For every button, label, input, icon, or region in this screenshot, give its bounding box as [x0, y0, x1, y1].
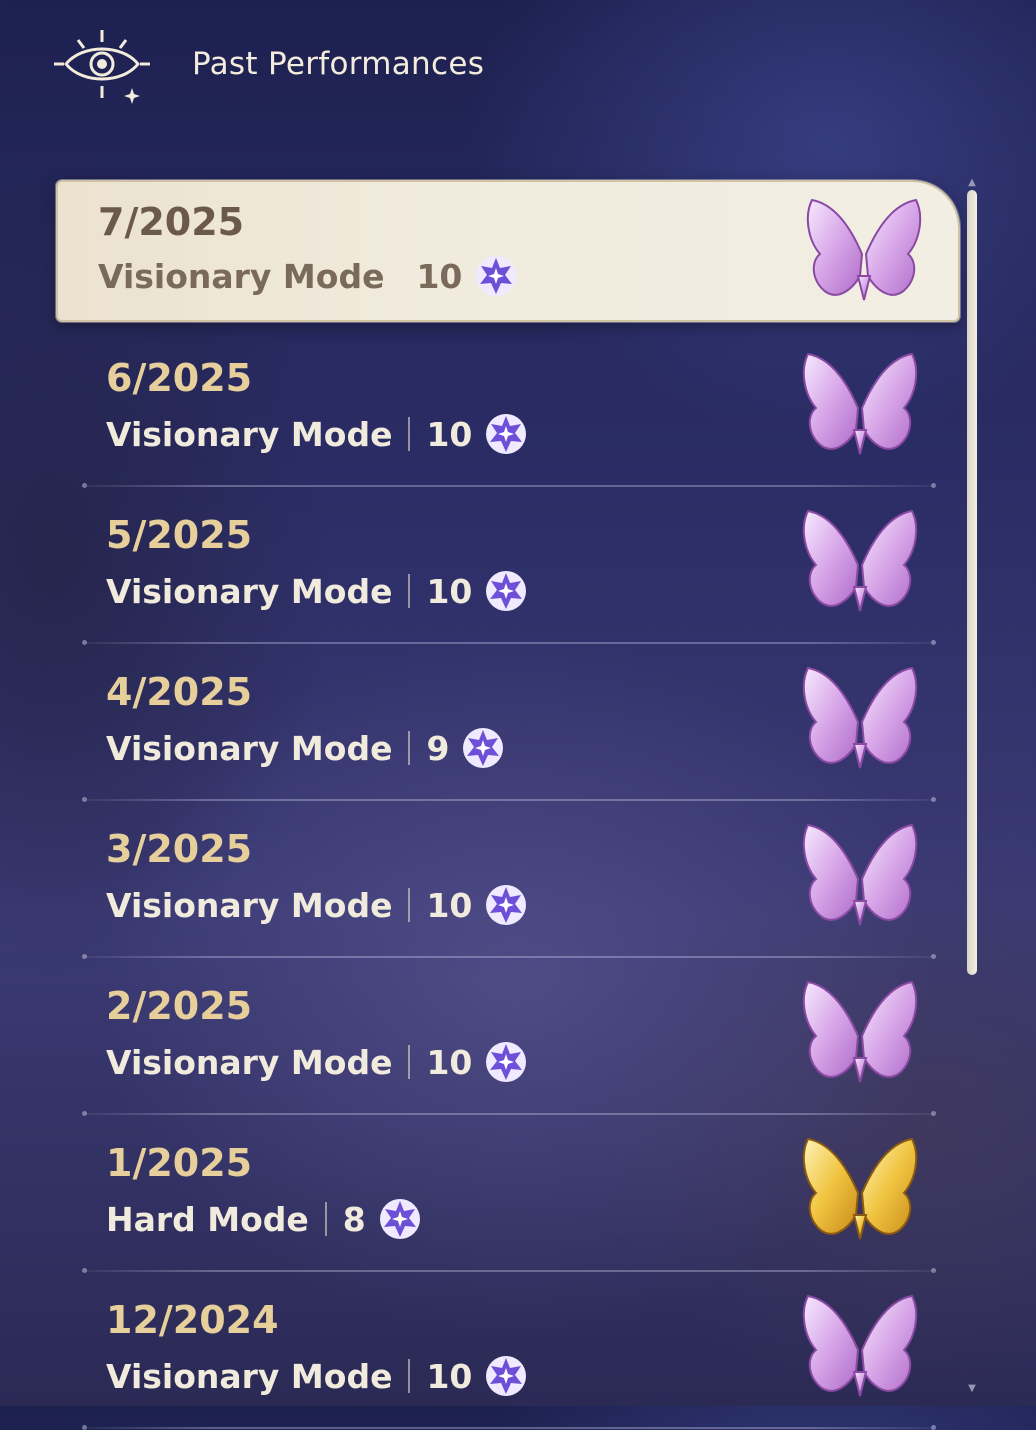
separator: [408, 1359, 411, 1393]
separator: [408, 888, 411, 922]
mode-info: Visionary Mode 10: [106, 1354, 528, 1398]
performance-row[interactable]: 7/2025 Visionary Mode 10: [56, 180, 960, 322]
star-count: 10: [426, 414, 473, 454]
star-count: 8: [342, 1199, 366, 1239]
mode-info: Hard Mode 8: [106, 1197, 422, 1241]
butterfly-emblem-icon: [800, 1135, 920, 1245]
performance-row[interactable]: 2/2025 Visionary Mode 10: [56, 958, 960, 1116]
performance-row[interactable]: 6/2025 Visionary Mode 10: [56, 330, 960, 488]
period-date: 2/2025: [106, 984, 253, 1028]
butterfly-emblem-icon: [804, 196, 924, 306]
separator: [324, 1202, 327, 1236]
star-icon: [484, 1354, 528, 1398]
mode-label: Visionary Mode: [106, 571, 393, 611]
star-count: 10: [426, 571, 473, 611]
period-date: 12/2024: [106, 1298, 279, 1342]
separator: [408, 731, 411, 765]
period-date: 1/2025: [106, 1141, 253, 1185]
scroll-down-icon[interactable]: ▼: [966, 1384, 978, 1394]
butterfly-emblem-icon: [800, 1292, 920, 1402]
mode-label: Visionary Mode: [98, 256, 385, 296]
scrollbar-thumb[interactable]: [967, 190, 977, 975]
performance-row[interactable]: 5/2025 Visionary Mode 10: [56, 487, 960, 645]
butterfly-emblem-icon: [800, 507, 920, 617]
mode-info: Visionary Mode 10: [106, 1040, 528, 1084]
separator: [408, 1045, 411, 1079]
separator: [408, 417, 411, 451]
mode-info: Visionary Mode 10: [106, 883, 528, 927]
separator: [394, 259, 406, 293]
scroll-up-icon[interactable]: ▲: [966, 178, 978, 188]
mode-label: Visionary Mode: [106, 1042, 393, 1082]
star-icon: [484, 569, 528, 613]
star-count: 10: [426, 1356, 473, 1396]
star-icon: [474, 254, 518, 298]
performance-row[interactable]: 12/2024 Visionary Mode 10: [56, 1272, 960, 1430]
period-date: 5/2025: [106, 513, 253, 557]
star-count: 10: [416, 256, 463, 296]
scrollbar[interactable]: ▲ ▼: [966, 178, 978, 1394]
period-date: 4/2025: [106, 670, 253, 714]
performance-list[interactable]: 7/2025 Visionary Mode 10 6/2025 Visionary Mo…: [56, 180, 960, 1430]
star-icon: [378, 1197, 422, 1241]
star-icon: [484, 1040, 528, 1084]
period-date: 3/2025: [106, 827, 253, 871]
performance-row[interactable]: 3/2025 Visionary Mode 10: [56, 801, 960, 959]
performance-row[interactable]: 4/2025 Visionary Mode 9: [56, 644, 960, 802]
star-icon: [484, 412, 528, 456]
row-divider: [82, 1425, 936, 1430]
eye-sun-icon: [54, 30, 150, 104]
period-date: 7/2025: [98, 200, 245, 244]
mode-info: Visionary Mode 9: [106, 726, 505, 770]
mode-info: Visionary Mode 10: [106, 412, 528, 456]
star-count: 10: [426, 1042, 473, 1082]
performance-row[interactable]: 1/2025 Hard Mode 8: [56, 1115, 960, 1273]
star-count: 9: [426, 728, 450, 768]
butterfly-emblem-icon: [800, 821, 920, 931]
mode-label: Visionary Mode: [106, 414, 393, 454]
mode-info: Visionary Mode 10: [98, 254, 518, 298]
separator: [408, 574, 411, 608]
page-title: Past Performances: [192, 46, 485, 82]
butterfly-emblem-icon: [800, 978, 920, 1088]
butterfly-emblem-icon: [800, 350, 920, 460]
mode-info: Visionary Mode 10: [106, 569, 528, 613]
star-icon: [484, 883, 528, 927]
butterfly-emblem-icon: [800, 664, 920, 774]
star-icon: [461, 726, 505, 770]
mode-label: Hard Mode: [106, 1199, 309, 1239]
mode-label: Visionary Mode: [106, 728, 393, 768]
period-date: 6/2025: [106, 356, 253, 400]
mode-label: Visionary Mode: [106, 885, 393, 925]
mode-label: Visionary Mode: [106, 1356, 393, 1396]
star-count: 10: [426, 885, 473, 925]
header: Past Performances: [52, 24, 484, 104]
